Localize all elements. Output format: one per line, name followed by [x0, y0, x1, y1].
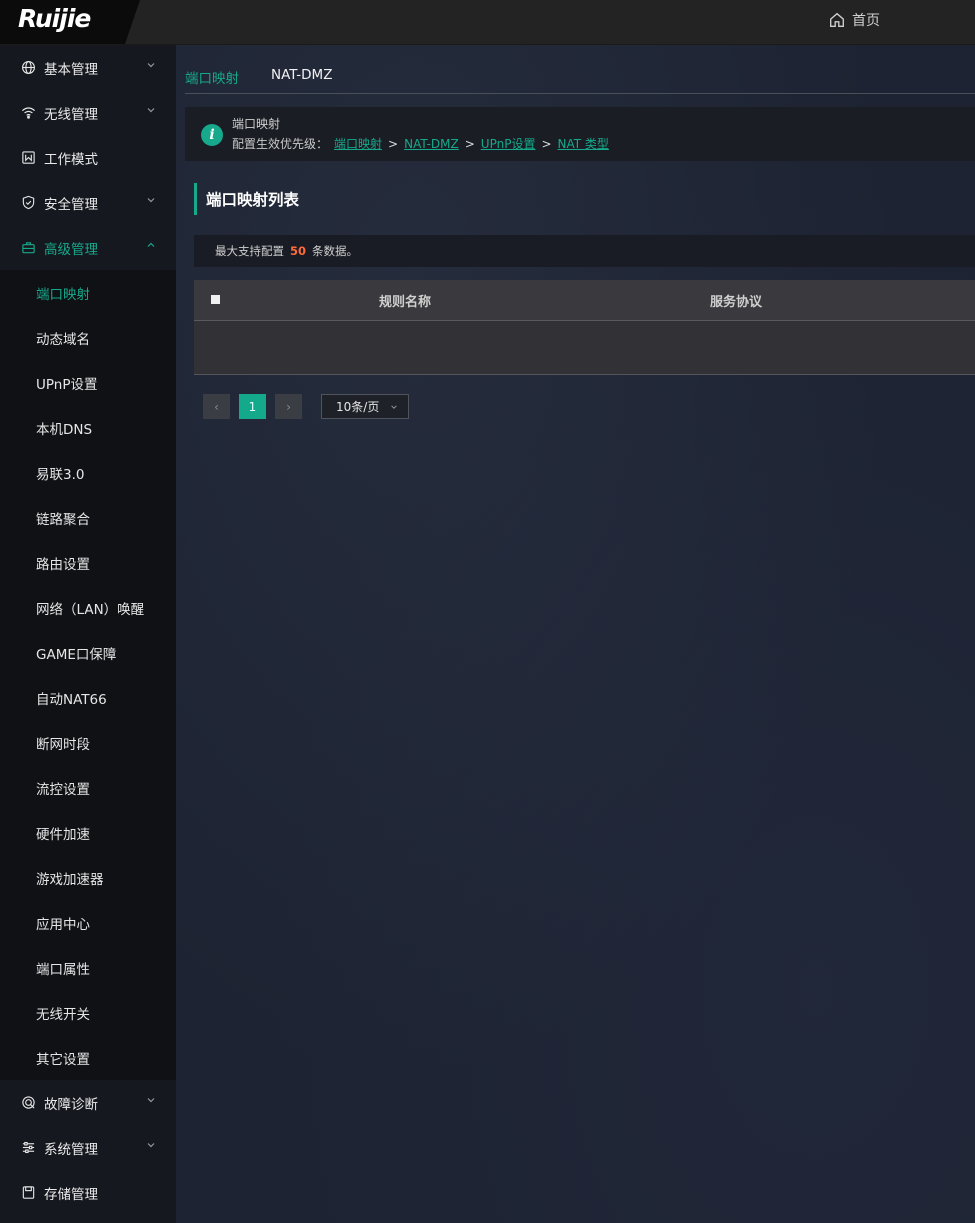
toolbox-icon [20, 240, 36, 256]
sidebar-sub-item[interactable]: 应用中心 [0, 900, 176, 945]
main-content: 端口映射 NAT-DMZ i 端口映射 配置生效优先级： 端口映射 > NAT-… [176, 45, 975, 1223]
priority-prefix: 配置生效优先级： [232, 137, 329, 151]
sidebar-sub-item[interactable]: 无线开关 [0, 990, 176, 1035]
limit-suffix: 条数据。 [312, 244, 359, 258]
priority-link-nat-dmz[interactable]: NAT-DMZ [404, 137, 459, 151]
section-title: 端口映射列表 [194, 183, 299, 215]
sidebar-item-storage[interactable]: 存储管理 [0, 1170, 176, 1215]
sidebar-sub-item[interactable]: 网络（LAN）唤醒 [0, 585, 176, 630]
sidebar-sub-item[interactable]: UPnP设置 [0, 360, 176, 405]
limit-value: 50 [290, 244, 307, 258]
sliders-icon [20, 1140, 36, 1156]
sidebar-sub-item[interactable]: GAME口保障 [0, 630, 176, 675]
sidebar-item-label: 无线管理 [44, 106, 98, 123]
page-number-button[interactable]: 1 [239, 394, 266, 419]
priority-separator: > [388, 136, 399, 151]
sidebar-sub-item[interactable]: 易联3.0 [0, 450, 176, 495]
prev-page-button[interactable]: ‹ [203, 394, 230, 419]
table-header: 规则名称 服务协议 [194, 280, 975, 321]
chevron-down-icon [391, 405, 397, 409]
sidebar-item-label: 高级管理 [44, 241, 98, 258]
select-all-checkbox[interactable] [211, 295, 220, 304]
sidebar-item-diagnosis[interactable]: 故障诊断 [0, 1080, 176, 1125]
info-icon: i [201, 124, 223, 146]
sidebar-sub-item[interactable]: 断网时段 [0, 720, 176, 765]
sidebar-sub-item[interactable]: 硬件加速 [0, 810, 176, 855]
shield-icon [20, 195, 36, 211]
home-label: 首页 [852, 13, 880, 29]
priority-link-port-mapping[interactable]: 端口映射 [334, 135, 382, 152]
priority-link-nat-type[interactable]: NAT 类型 [558, 135, 609, 152]
notice-title: 端口映射 [232, 117, 281, 131]
chevron-down-icon [147, 63, 155, 68]
sidebar-item-label: 存储管理 [44, 1186, 98, 1203]
globe-icon [20, 60, 36, 76]
tab-nat-dmz[interactable]: NAT-DMZ [271, 67, 332, 83]
diagnosis-icon [20, 1095, 36, 1111]
page-size-value: 10条/页 [336, 400, 380, 414]
sidebar-item-system[interactable]: 系统管理 [0, 1125, 176, 1170]
sidebar-item-label: 安全管理 [44, 196, 98, 213]
priority-separator: > [464, 136, 475, 151]
top-bar: Ruijie 首页 [0, 0, 975, 45]
chevron-down-icon [147, 198, 155, 203]
sidebar-item-work-mode[interactable]: 工作模式 [0, 135, 176, 180]
wifi-icon [20, 105, 36, 121]
sidebar-item-security[interactable]: 安全管理 [0, 180, 176, 225]
chevron-up-icon [147, 242, 155, 247]
sidebar-item-label: 系统管理 [44, 1141, 98, 1158]
sidebar-item-basic[interactable]: 基本管理 [0, 45, 176, 90]
tab-port-mapping[interactable]: 端口映射 [185, 67, 239, 87]
table-body-empty [194, 321, 975, 375]
storage-icon [20, 1185, 36, 1201]
sidebar-item-label: 基本管理 [44, 61, 98, 78]
sidebar-sub-item[interactable]: 动态域名 [0, 315, 176, 360]
page-size-select[interactable]: 10条/页 [321, 394, 409, 419]
sidebar-item-wireless[interactable]: 无线管理 [0, 90, 176, 135]
chevron-down-icon [147, 108, 155, 113]
sidebar-sub-item[interactable]: 链路聚合 [0, 495, 176, 540]
sidebar-sub-item[interactable]: 路由设置 [0, 540, 176, 585]
sidebar-item-label: 工作模式 [44, 151, 98, 168]
info-notice: i 端口映射 配置生效优先级： 端口映射 > NAT-DMZ > UPnP设置 … [185, 107, 975, 161]
sidebar-sub-item[interactable]: 自动NAT66 [0, 675, 176, 720]
ruijie-logo[interactable]: Ruijie [18, 4, 91, 33]
limit-info: 最大支持配置 50 条数据。 [194, 235, 975, 267]
notice-priority: 配置生效优先级： 端口映射 > NAT-DMZ > UPnP设置 > NAT 类… [232, 135, 609, 152]
priority-separator: > [541, 136, 552, 151]
sidebar-sub-item[interactable]: 游戏加速器 [0, 855, 176, 900]
priority-link-upnp[interactable]: UPnP设置 [481, 135, 536, 152]
chevron-down-icon [147, 1098, 155, 1103]
column-header-protocol: 服务协议 [710, 295, 763, 310]
column-header-rule-name: 规则名称 [379, 295, 432, 310]
home-icon [830, 12, 844, 27]
sidebar-sub-item[interactable]: 本机DNS [0, 405, 176, 450]
sidebar-sub-item[interactable]: 端口属性 [0, 945, 176, 990]
next-page-button[interactable]: › [275, 394, 302, 419]
home-link[interactable]: 首页 [828, 10, 880, 30]
logo-area: Ruijie [0, 0, 140, 44]
sidebar-sub-item[interactable]: 其它设置 [0, 1035, 176, 1080]
sidebar: 基本管理 无线管理 工作模式 安全管理 高级管理 端口映射 动态域名 UPnP设… [0, 45, 176, 1223]
mode-icon [20, 150, 36, 166]
sidebar-item-advanced[interactable]: 高级管理 [0, 225, 176, 270]
pagination: ‹ 1 › 10条/页 [203, 394, 409, 419]
sidebar-sub-item[interactable]: 流控设置 [0, 765, 176, 810]
sidebar-sub-item-port-mapping[interactable]: 端口映射 [0, 270, 176, 315]
chevron-down-icon [147, 1143, 155, 1148]
sidebar-item-label: 故障诊断 [44, 1096, 98, 1113]
limit-prefix: 最大支持配置 [215, 244, 284, 258]
tab-bar: 端口映射 NAT-DMZ [185, 45, 975, 94]
